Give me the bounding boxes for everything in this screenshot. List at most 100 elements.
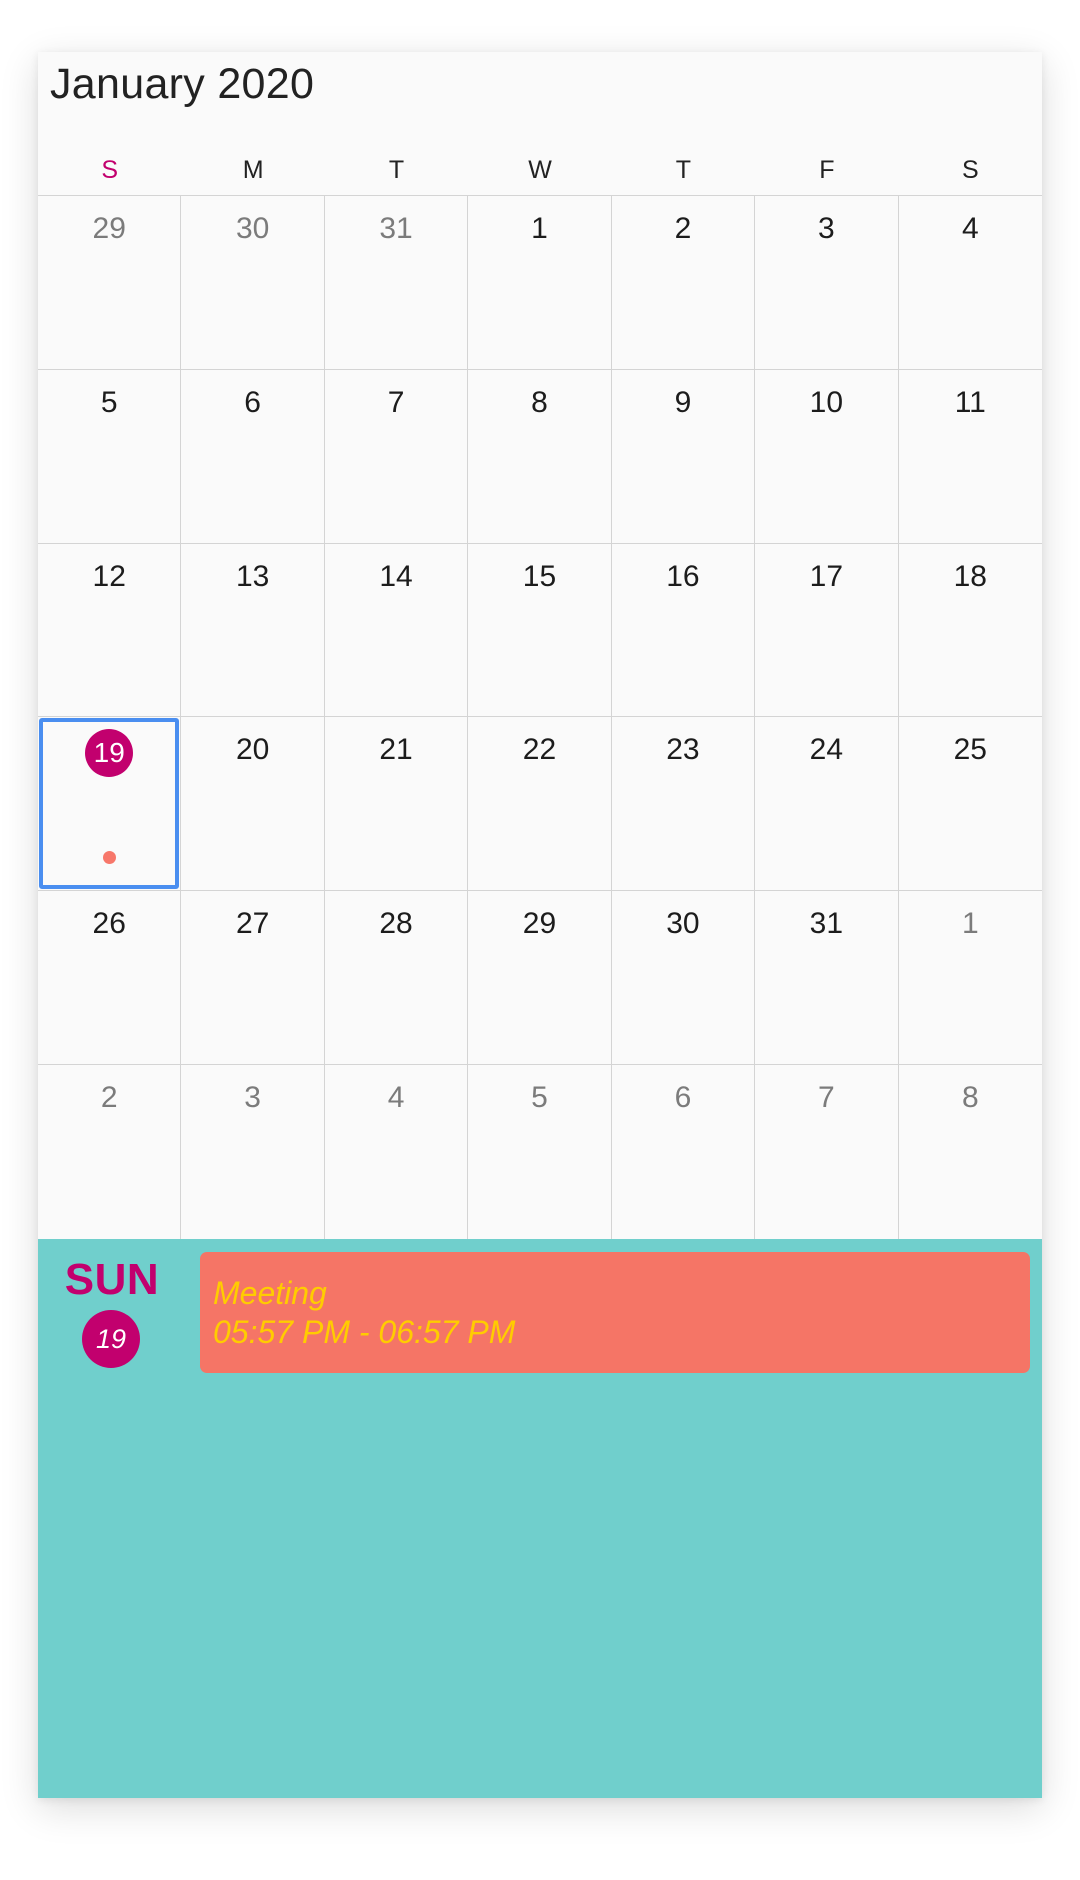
day-cell[interactable]: 25 xyxy=(898,717,1042,892)
day-number: 31 xyxy=(379,212,413,245)
day-number: 14 xyxy=(379,559,413,593)
day-number: 27 xyxy=(235,907,270,941)
weekday-wednesday: W xyxy=(528,155,552,184)
day-cell[interactable]: 19 xyxy=(38,717,182,892)
day-number: 24 xyxy=(809,733,844,767)
day-number: 9 xyxy=(674,385,692,419)
day-cell[interactable]: 31 xyxy=(755,891,899,1066)
day-cell[interactable]: 3 xyxy=(755,196,899,370)
appointment-subject: Meeting xyxy=(213,1275,327,1311)
today-day-number: 19 xyxy=(85,729,134,778)
day-number: 8 xyxy=(961,1081,979,1115)
day-cell[interactable]: 12 xyxy=(38,543,182,718)
day-number: 7 xyxy=(818,1081,835,1115)
day-cell[interactable]: 20 xyxy=(181,717,325,892)
day-number: 22 xyxy=(522,733,557,767)
day-number: 2 xyxy=(674,212,692,245)
day-cell[interactable]: 23 xyxy=(611,717,756,892)
day-number: 16 xyxy=(666,559,700,593)
day-cell[interactable]: 22 xyxy=(468,717,612,892)
weekday-saturday: S xyxy=(961,155,979,184)
day-number: 25 xyxy=(953,733,987,767)
day-cell[interactable]: 8 xyxy=(899,1065,1042,1239)
day-number: 8 xyxy=(531,385,548,419)
day-number: 30 xyxy=(235,212,270,245)
day-number: 20 xyxy=(235,733,270,767)
day-cell[interactable]: 17 xyxy=(755,543,899,718)
day-cell[interactable]: 18 xyxy=(898,544,1042,718)
day-cell[interactable]: 5 xyxy=(38,369,182,544)
day-number: 4 xyxy=(961,212,979,245)
day-cell[interactable]: 8 xyxy=(468,369,612,544)
day-number: 18 xyxy=(953,559,987,593)
day-cell[interactable]: 13 xyxy=(181,543,325,718)
day-cell[interactable]: 26 xyxy=(38,891,182,1066)
day-cell[interactable]: 14 xyxy=(324,543,469,718)
weekday-monday: M xyxy=(242,155,264,184)
day-cell[interactable]: 28 xyxy=(324,891,469,1066)
day-cell[interactable]: 7 xyxy=(755,1065,899,1239)
day-cell[interactable]: 1 xyxy=(898,891,1042,1066)
appointment-card[interactable]: Meeting 05:57 PM - 06:57 PM xyxy=(200,1252,1030,1373)
day-cell[interactable]: 16 xyxy=(611,543,756,718)
day-cell[interactable]: 15 xyxy=(468,543,612,718)
agenda-day-name: SUN xyxy=(64,1255,160,1304)
day-cell[interactable]: 2 xyxy=(38,1065,182,1239)
day-number: 31 xyxy=(809,907,844,941)
day-cell[interactable]: 24 xyxy=(755,717,899,892)
weekday-friday: F xyxy=(819,155,835,184)
day-number: 7 xyxy=(387,385,405,419)
day-cell[interactable]: 5 xyxy=(468,1065,612,1239)
day-cell[interactable]: 1 xyxy=(468,196,612,370)
event-indicator-dot xyxy=(102,851,116,865)
day-number: 28 xyxy=(379,907,413,941)
day-cell[interactable]: 2 xyxy=(611,196,756,370)
appointment-time: 05:57 PM - 06:57 PM xyxy=(213,1314,516,1350)
day-number: 3 xyxy=(818,212,835,245)
day-number: 15 xyxy=(522,559,557,593)
day-cell[interactable]: 3 xyxy=(181,1065,325,1239)
day-number: 3 xyxy=(244,1081,261,1115)
day-number: 13 xyxy=(235,559,270,593)
day-cell[interactable]: 30 xyxy=(611,891,756,1066)
day-cell[interactable]: 27 xyxy=(181,891,325,1066)
day-cell[interactable]: 4 xyxy=(325,1065,469,1239)
day-number: 12 xyxy=(92,559,126,593)
day-cell[interactable]: 11 xyxy=(898,370,1042,544)
day-number: 4 xyxy=(387,1081,405,1115)
weekday-sunday: S xyxy=(101,155,119,184)
day-number: 10 xyxy=(809,385,844,419)
day-number: 11 xyxy=(954,385,986,419)
day-number: 5 xyxy=(100,385,118,419)
day-cell[interactable]: 29 xyxy=(38,196,182,370)
day-cell[interactable]: 7 xyxy=(324,369,469,544)
month-title[interactable]: January 2020 xyxy=(50,60,314,109)
day-number: 29 xyxy=(92,212,126,245)
weekday-header: S M T W T F S xyxy=(38,144,1042,196)
day-number: 6 xyxy=(244,385,261,419)
calendar: January 2020 S M T W T F S 29 30 31 1 2 3 4 5 6 7… xyxy=(38,52,1042,1798)
day-cell[interactable]: 9 xyxy=(611,369,756,544)
day-cell[interactable]: 29 xyxy=(468,891,612,1066)
day-number: 2 xyxy=(100,1081,118,1115)
agenda-date-badge: 19 xyxy=(82,1310,140,1368)
month-grid: 29 30 31 1 2 3 4 5 6 7 8 9 10 11 12 13 14 15 16 17 18 19 20 21 2… xyxy=(38,195,1042,1239)
day-number: 6 xyxy=(674,1081,692,1115)
day-number: 26 xyxy=(92,907,126,941)
day-cell[interactable]: 21 xyxy=(324,717,469,892)
day-number: 23 xyxy=(666,733,700,767)
day-number: 29 xyxy=(522,907,557,941)
day-number: 1 xyxy=(961,907,979,941)
day-cell[interactable]: 10 xyxy=(755,369,899,544)
day-cell[interactable]: 6 xyxy=(612,1065,756,1239)
day-number: 1 xyxy=(531,212,548,245)
weekday-tuesday: T xyxy=(388,155,405,184)
agenda-panel: SUN 19 Meeting 05:57 PM - 06:57 PM xyxy=(38,1239,1042,1798)
day-cell[interactable]: 6 xyxy=(181,369,325,544)
day-cell[interactable]: 31 xyxy=(324,196,469,370)
day-number: 17 xyxy=(809,559,844,593)
day-number: 30 xyxy=(666,907,700,941)
day-number: 5 xyxy=(531,1081,548,1115)
day-cell[interactable]: 30 xyxy=(181,196,325,370)
day-cell[interactable]: 4 xyxy=(898,196,1042,370)
